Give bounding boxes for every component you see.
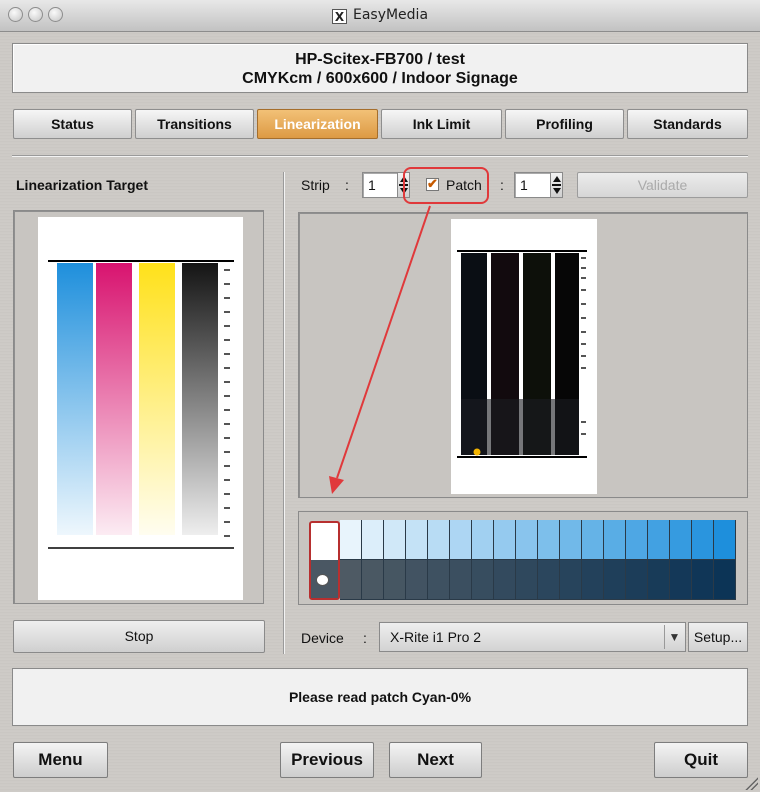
divider — [12, 155, 748, 157]
tab-transitions[interactable]: Transitions — [135, 109, 254, 139]
printer-name: HP-Scitex-FB700 / test — [295, 51, 465, 68]
target-chart-graphic — [48, 260, 234, 549]
patch-cell — [604, 560, 626, 600]
resize-grip-icon[interactable] — [744, 776, 758, 790]
patch-cell — [626, 520, 648, 560]
patch-cell — [560, 560, 582, 600]
tab-profiling[interactable]: Profiling — [505, 109, 624, 139]
device-label: Device — [301, 630, 344, 646]
tab-ink-limit-label: Ink Limit — [412, 116, 471, 132]
printer-info-box: HP-Scitex-FB700 / test CMYKcm / 600x600 … — [12, 43, 748, 93]
annotation-arrow — [329, 205, 431, 494]
previous-button[interactable]: Previous — [280, 742, 374, 778]
tab-transitions-label: Transitions — [157, 116, 232, 132]
patch-cell — [406, 560, 428, 600]
patch-cell — [450, 560, 472, 600]
title-bar: X EasyMedia — [0, 0, 760, 32]
patch-stepper[interactable]: 1 — [514, 172, 563, 198]
patch-cell — [406, 520, 428, 560]
linearization-target-title: Linearization Target — [16, 177, 148, 193]
tab-status-label: Status — [51, 116, 94, 132]
patch-cell — [362, 560, 384, 600]
patch-cell — [340, 520, 362, 560]
dropdown-arrow-icon[interactable]: ▼ — [664, 625, 684, 649]
window-title: EasyMedia — [352, 7, 429, 23]
patch-cell — [472, 520, 494, 560]
validate-button[interactable]: Validate — [577, 172, 748, 198]
window-title-area: X EasyMedia — [0, 7, 760, 24]
patch-cell — [428, 560, 450, 600]
strip-colon: : — [345, 177, 349, 193]
tab-profiling-label: Profiling — [536, 116, 593, 132]
patch-cell — [450, 520, 472, 560]
next-button[interactable]: Next — [389, 742, 482, 778]
tab-standards-label: Standards — [653, 116, 722, 132]
status-message: Please read patch Cyan-0% — [12, 668, 748, 726]
tab-standards[interactable]: Standards — [627, 109, 748, 139]
tab-linearization-label: Linearization — [274, 116, 361, 132]
tab-linearization[interactable]: Linearization — [257, 109, 378, 139]
patch-cell — [692, 560, 714, 600]
vertical-divider — [283, 172, 285, 654]
tab-ink-limit[interactable]: Ink Limit — [381, 109, 502, 139]
patch-cell — [538, 560, 560, 600]
patch-cell — [582, 560, 604, 600]
device-value: X-Rite i1 Pro 2 — [390, 629, 482, 645]
x11-icon: X — [331, 9, 347, 24]
strip-label: Strip — [301, 177, 330, 193]
patch-cell — [516, 560, 538, 600]
menu-button[interactable]: Menu — [13, 742, 108, 778]
stop-button[interactable]: Stop — [13, 620, 265, 653]
patch-cell — [692, 520, 714, 560]
patch-cell — [670, 560, 692, 600]
patch-cell — [582, 520, 604, 560]
patch-cell — [626, 560, 648, 600]
patch-cell — [714, 520, 736, 560]
strip-preview-graphic — [457, 250, 587, 458]
patch-cell — [340, 560, 362, 600]
patch-cell — [538, 520, 560, 560]
patch-cell — [516, 520, 538, 560]
patch-cell — [472, 560, 494, 600]
linearization-target-image — [38, 217, 243, 600]
device-select[interactable]: X-Rite i1 Pro 2 — [379, 622, 686, 652]
patch-cell — [648, 560, 670, 600]
quit-button[interactable]: Quit — [654, 742, 748, 778]
setup-button[interactable]: Setup... — [688, 622, 748, 652]
patch-value: 1 — [520, 177, 528, 193]
patch-cell — [714, 560, 736, 600]
patch-cell — [428, 520, 450, 560]
patch-cell — [560, 520, 582, 560]
patch-cell — [604, 520, 626, 560]
strip-preview-image — [451, 219, 597, 494]
current-patch-marker-icon — [316, 574, 329, 586]
device-colon: : — [363, 630, 367, 646]
patch-highlight-annotation — [403, 167, 489, 204]
strip-value: 1 — [368, 177, 376, 193]
patch-colon: : — [500, 177, 504, 193]
patch-row — [340, 520, 736, 600]
tab-status[interactable]: Status — [13, 109, 132, 139]
patch-cell — [670, 520, 692, 560]
patch-cell — [362, 520, 384, 560]
patch-cell — [494, 560, 516, 600]
patch-cell — [494, 520, 516, 560]
patch-stepper-arrows-icon[interactable] — [550, 172, 563, 198]
patch-cell — [384, 560, 406, 600]
patch-cell — [384, 520, 406, 560]
printer-settings: CMYKcm / 600x600 / Indoor Signage — [242, 70, 518, 87]
patch-cell — [648, 520, 670, 560]
